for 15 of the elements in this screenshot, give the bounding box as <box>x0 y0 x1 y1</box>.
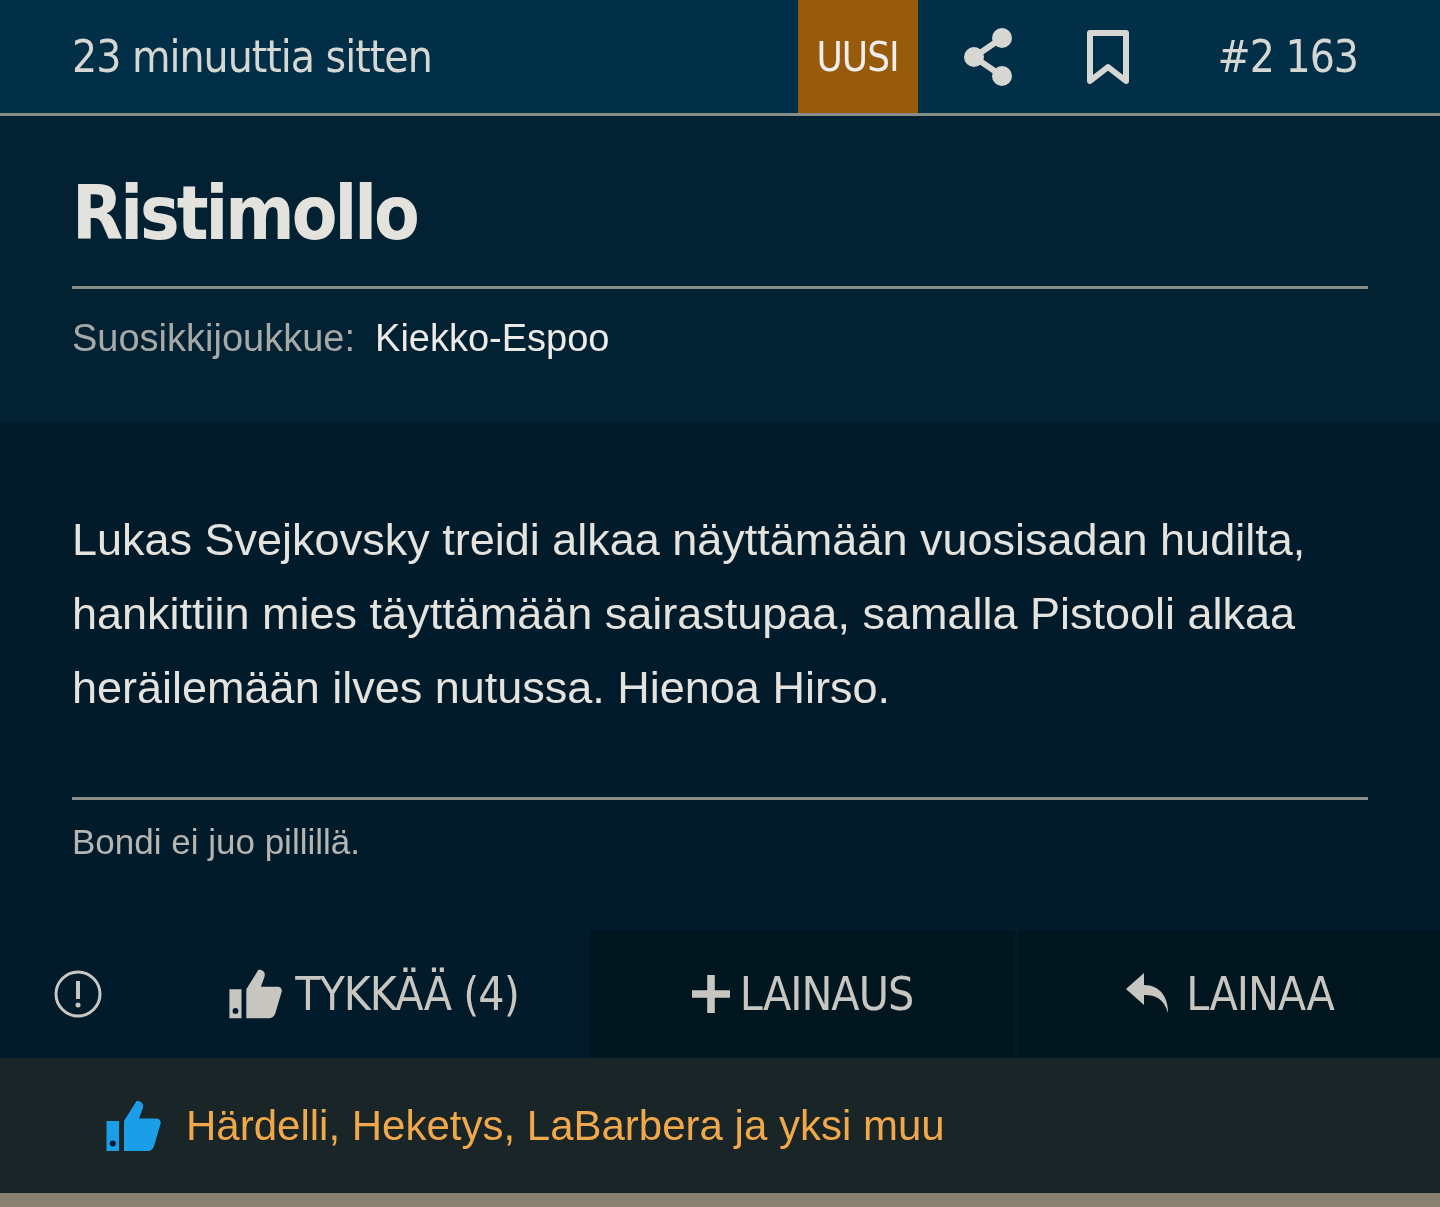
timestamp: 23 minuuttia sitten <box>71 31 433 82</box>
signature: Bondi ei juo pillillä. <box>72 821 361 862</box>
post-text: Lukas Svejkovsky treidi alkaa näyttämään vuosisadan hudilta, hankittiin mies täyttämään sairastupaa, samalla Pistooli alkaa heräilemään ilves nutussa. Hienoa Hirso. <box>72 513 1307 715</box>
likers-text: Härdelli, Heketys, LaBarbera ja yksi muu <box>186 1101 945 1150</box>
new-badge: UUSI <box>797 0 918 113</box>
username: Ristimollo <box>72 170 418 256</box>
add-quote-button[interactable]: LAINAUS <box>590 930 1015 1058</box>
reply-button[interactable]: LAINAA <box>1018 930 1440 1058</box>
team-label: Suosikkijoukkue: <box>72 317 356 360</box>
post-number: #2 163 <box>1217 31 1358 82</box>
plus-icon <box>691 975 730 1013</box>
bookmark-icon[interactable] <box>1085 28 1130 85</box>
share-icon[interactable] <box>961 27 1014 86</box>
exclamation-icon <box>53 969 103 1019</box>
team-name: Kiekko-Espoo <box>375 317 610 360</box>
